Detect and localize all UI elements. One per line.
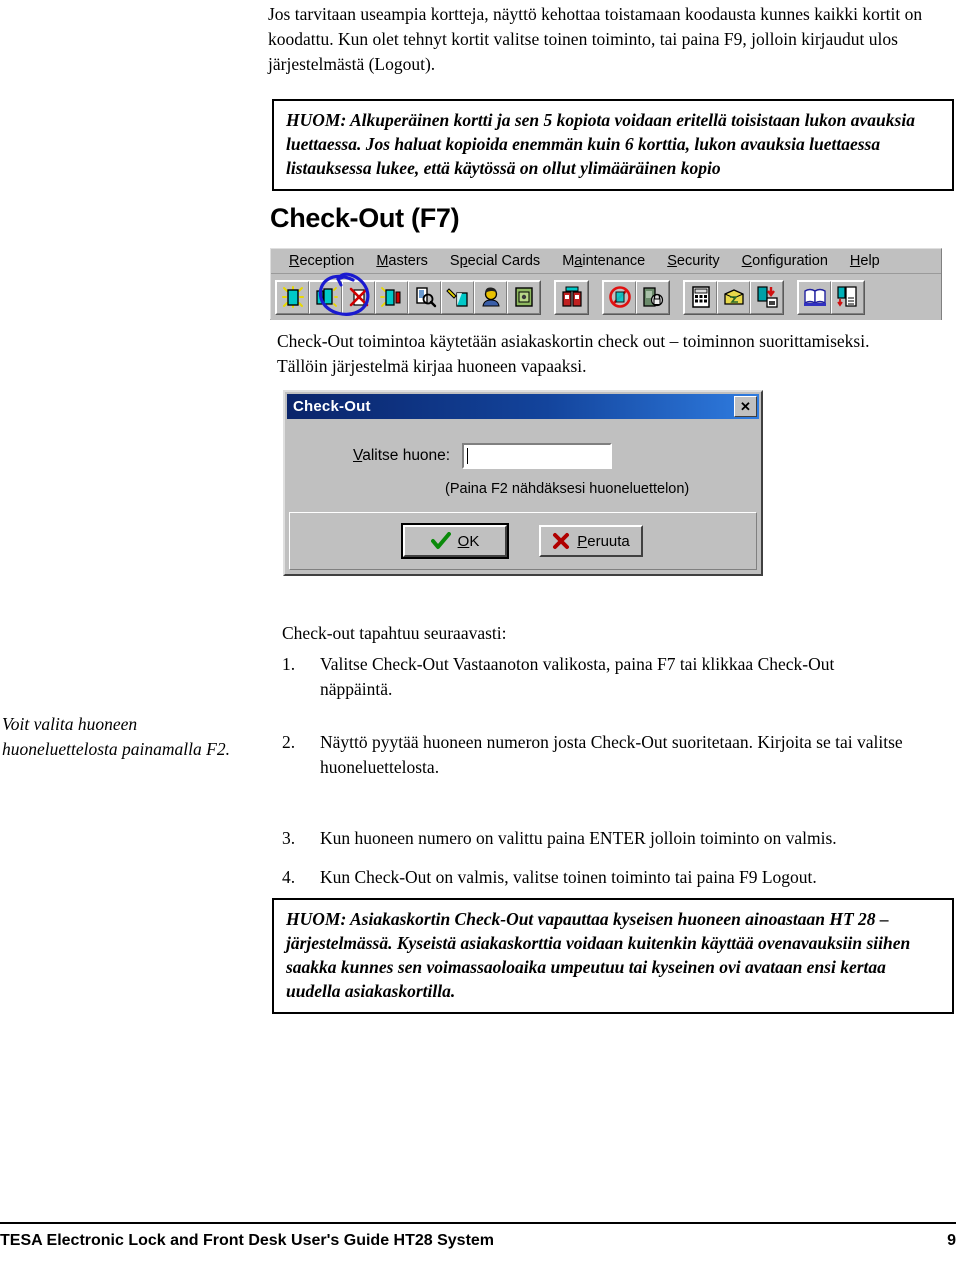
menu-item-reception[interactable]: Reception <box>289 254 354 269</box>
menu-item-security[interactable]: Security <box>667 254 719 269</box>
list-item: 4. Kun Check-Out on valmis, valitse toin… <box>282 865 910 890</box>
room-change-icon[interactable] <box>375 280 408 314</box>
check-in-icon[interactable] <box>276 280 309 314</box>
procedure-intro: Check-out tapahtuu seuraavasti: <box>282 623 507 643</box>
list-item-text: Kun huoneen numero on valittu paina ENTE… <box>320 828 837 848</box>
footer-title: TESA Electronic Lock and Front Desk User… <box>0 1232 495 1249</box>
report-print-icon[interactable] <box>831 280 864 314</box>
ok-button[interactable]: OK <box>401 523 509 559</box>
safe-icon[interactable] <box>507 280 540 314</box>
menu-item-configuration[interactable]: Configuration <box>742 254 828 269</box>
list-item-number: 3. <box>282 828 296 848</box>
toolbar-group-reception <box>275 279 541 315</box>
check-out-icon[interactable] <box>342 280 375 314</box>
dialog-hint: (Paina F2 nähdäksesi huoneluettelon) <box>445 481 690 497</box>
list-item-text: Kun Check-Out on valmis, valitse toinen … <box>320 867 817 887</box>
cross-icon <box>553 533 570 549</box>
list-item-number: 2. <box>282 732 296 752</box>
margin-note: Voit valita huoneen huoneluettelosta pai… <box>2 714 230 759</box>
cancel-button[interactable]: Peruuta <box>539 525 643 557</box>
privacy-lock-icon[interactable] <box>636 280 669 314</box>
dialog-title: Check-Out <box>293 398 371 415</box>
list-item: 1. Valitse Check-Out Vastaanoton valikos… <box>282 652 910 702</box>
list-item-number: 4. <box>282 867 296 887</box>
card-read-icon[interactable] <box>408 280 441 314</box>
cancel-button-label: Peruuta <box>577 532 630 550</box>
copy-card-icon[interactable] <box>309 280 342 314</box>
room-field-label: Valitse huone: <box>353 447 451 464</box>
note-box-top-text: HUOM: Alkuperäinen kortti ja sen 5 kopio… <box>286 110 915 178</box>
lockout-icon[interactable] <box>603 280 636 314</box>
dialog-body: Valitse huone: (Paina F2 nähdäksesi huon… <box>285 419 761 515</box>
application-window: Reception Masters Special Cards Maintena… <box>270 248 942 320</box>
menu-item-special-cards[interactable]: Special Cards <box>450 254 540 269</box>
checkout-dialog: Check-Out ✕ Valitse huone: (Paina F2 näh… <box>283 390 763 576</box>
footer-divider <box>0 1222 956 1224</box>
list-item: 3. Kun huoneen numero on valittu paina E… <box>282 826 910 851</box>
toolbar-group-tools <box>683 279 784 315</box>
menu-item-maintenance[interactable]: Maintenance <box>562 254 645 269</box>
room-field-row: Valitse huone: <box>353 443 613 469</box>
toolbar-group-emergency <box>554 279 589 315</box>
dialog-button-bar: OK Peruuta <box>289 512 757 570</box>
cancel-card-icon[interactable] <box>441 280 474 314</box>
room-input[interactable] <box>462 443 613 469</box>
procedure-list: 1. Valitse Check-Out Vastaanoton valikos… <box>282 652 910 910</box>
list-item-text: Valitse Check-Out Vastaanoton valikosta,… <box>320 654 835 699</box>
note-box-top: HUOM: Alkuperäinen kortti ja sen 5 kopio… <box>272 99 954 191</box>
calculator-icon[interactable] <box>684 280 717 314</box>
package-icon[interactable] <box>717 280 750 314</box>
menu-item-masters[interactable]: Masters <box>376 254 428 269</box>
checkmark-icon <box>430 532 451 549</box>
intro-paragraph: Jos tarvitaan useampia kortteja, näyttö … <box>268 4 923 74</box>
ok-button-label: OK <box>457 532 480 550</box>
document-page: Jos tarvitaan useampia kortteja, näyttö … <box>0 0 960 1265</box>
audit-book-icon[interactable] <box>798 280 831 314</box>
list-item: 2. Näyttö pyytää huoneen numeron josta C… <box>282 730 910 780</box>
list-item-number: 1. <box>282 654 296 674</box>
menu-bar: Reception Masters Special Cards Maintena… <box>271 249 941 274</box>
guest-icon[interactable] <box>474 280 507 314</box>
footer-page-number: 9 <box>947 1232 956 1249</box>
toolbar-group-lock <box>602 279 670 315</box>
toolbar <box>271 272 941 320</box>
emergency-icon[interactable] <box>555 280 588 314</box>
dialog-title-bar: Check-Out ✕ <box>287 394 759 419</box>
footer: TESA Electronic Lock and Front Desk User… <box>0 1232 956 1250</box>
close-icon[interactable]: ✕ <box>734 396 757 417</box>
toolbar-group-reports <box>797 279 865 315</box>
save-card-icon[interactable] <box>750 280 783 314</box>
menu-item-help[interactable]: Help <box>850 254 880 269</box>
page-title: Check-Out (F7) <box>270 203 460 233</box>
list-item-text: Näyttö pyytää huoneen numeron josta Chec… <box>320 732 903 777</box>
text-caret <box>467 448 469 464</box>
toolbar-description: Check-Out toimintoa käytetään asiakaskor… <box>277 331 870 376</box>
note-box-bottom-text: HUOM: Asiakaskortin Check-Out vapauttaa … <box>286 909 911 1001</box>
note-box-bottom: HUOM: Asiakaskortin Check-Out vapauttaa … <box>272 898 954 1014</box>
